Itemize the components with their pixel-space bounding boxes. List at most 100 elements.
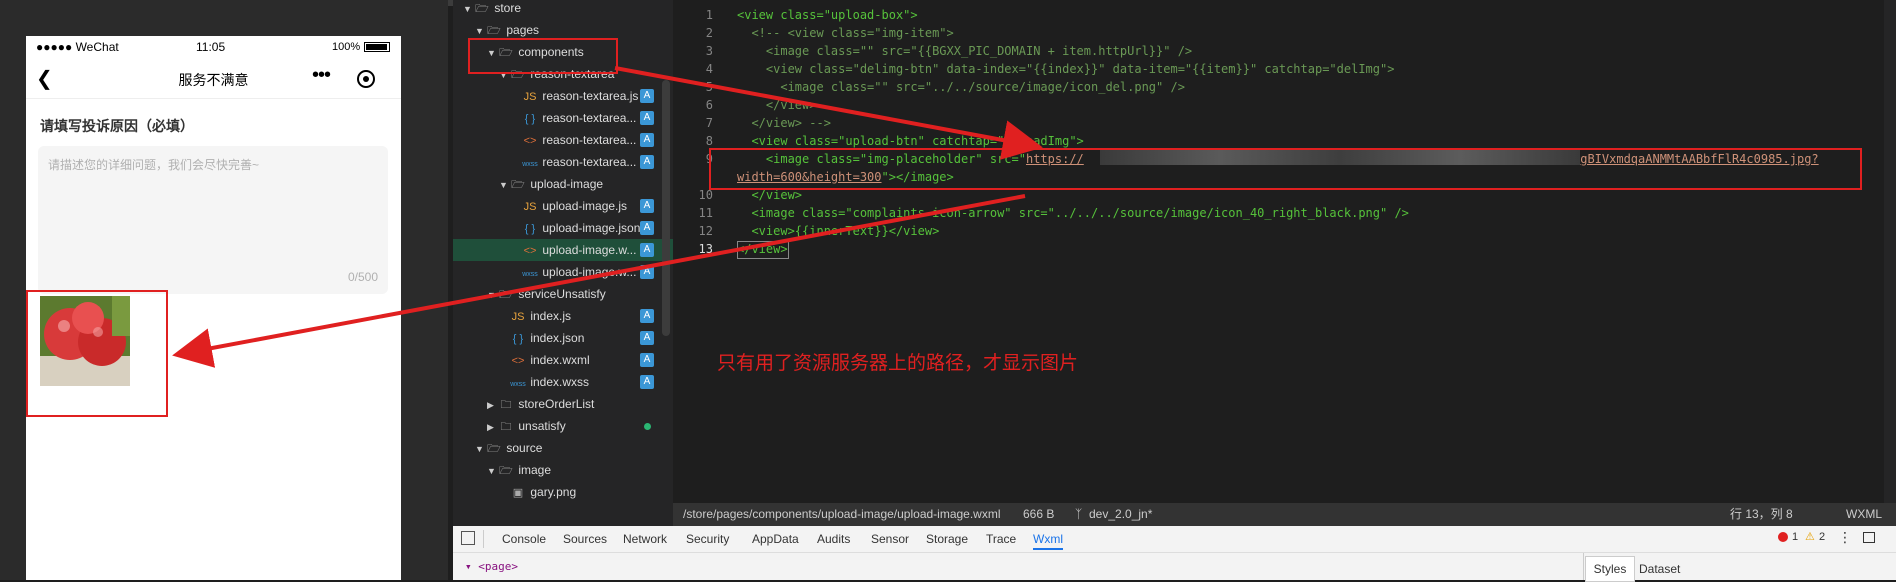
tab-divider — [483, 530, 484, 548]
capsule-close-icon[interactable] — [357, 70, 375, 88]
json-file-icon: { } — [524, 223, 536, 235]
tree-label: image — [518, 463, 552, 477]
json-file-icon: { } — [512, 333, 524, 345]
tree-folder[interactable]: ▼ 🗁 source — [453, 437, 673, 459]
tree-label: unsatisfy — [518, 419, 566, 433]
git-branch[interactable]: dev_2.0_jn* — [1089, 503, 1152, 526]
chevron-down-icon[interactable]: ▼ — [487, 284, 497, 306]
git-added-badge: A — [640, 331, 654, 345]
tree-file[interactable]: wxss upload-image.w... A — [453, 261, 673, 283]
tab-sources[interactable]: Sources — [563, 532, 607, 546]
tab-styles[interactable]: Styles — [1585, 556, 1635, 582]
line-number: 1 — [705, 8, 713, 22]
tree-file[interactable]: <> reason-textarea... A — [453, 129, 673, 151]
tab-trace[interactable]: Trace — [986, 532, 1016, 546]
folder-icon: 🗁 — [499, 465, 513, 477]
tree-folder[interactable]: ▼ 🗁 upload-image — [453, 173, 673, 195]
code-line-1: <view class="upload-box"> — [737, 8, 918, 22]
tree-file[interactable]: JS reason-textarea.js A — [453, 85, 673, 107]
dock-icon[interactable] — [1863, 532, 1875, 543]
chevron-right-icon[interactable]: ▶ — [487, 394, 497, 416]
cursor-line-box — [737, 241, 789, 259]
language-mode[interactable]: WXML — [1846, 503, 1882, 526]
line-number: 13 — [698, 242, 713, 256]
tree-file[interactable]: JS index.js A — [453, 305, 673, 327]
tree-label: upload-image.js — [542, 199, 628, 213]
tree-folder[interactable]: ▼ 🗁 serviceUnsatisfy — [453, 283, 673, 305]
line-number: 4 — [705, 62, 713, 76]
line-number: 2 — [705, 26, 713, 40]
tree-label: reason-textarea... — [542, 111, 637, 125]
tree-file[interactable]: { } reason-textarea... A — [453, 107, 673, 129]
tree-folder[interactable]: ▼ 🗁 image — [453, 459, 673, 481]
file-path: /store/pages/components/upload-image/upl… — [683, 507, 1001, 521]
tree-label: upload-image.json — [542, 221, 641, 235]
tab-console[interactable]: Console — [502, 532, 546, 546]
tree-label: upload-image — [530, 177, 604, 191]
line-number: 5 — [705, 80, 713, 94]
chevron-down-icon[interactable]: ▼ — [499, 174, 509, 196]
tree-file[interactable]: <> upload-image.w... A — [453, 239, 673, 261]
warning-count[interactable]: 2 — [1819, 531, 1825, 543]
git-added-badge: A — [640, 375, 654, 389]
textarea-placeholder: 请描述您的详细问题，我们会尽快完善~ — [48, 158, 260, 172]
tree-label: index.js — [530, 309, 572, 323]
tree-file[interactable]: { } index.json A — [453, 327, 673, 349]
wxml-file-icon: <> — [523, 135, 537, 147]
tree-file[interactable]: wxss reason-textarea... A — [453, 151, 673, 173]
tab-dataset[interactable]: Dataset — [1639, 562, 1680, 576]
tree-file[interactable]: { } upload-image.json A — [453, 217, 673, 239]
tree-folder[interactable]: ▼ 🗁 store — [453, 0, 673, 19]
js-file-icon: JS — [523, 91, 537, 103]
chevron-down-icon[interactable]: ▼ — [487, 460, 497, 482]
git-added-badge: A — [640, 133, 654, 147]
tree-label: index.json — [530, 331, 585, 345]
tree-file[interactable]: <> index.wxml A — [453, 349, 673, 371]
tab-network[interactable]: Network — [623, 532, 667, 546]
tree-file[interactable]: ▣ gary.png — [453, 481, 673, 503]
tab-audits[interactable]: Audits — [817, 532, 850, 546]
more-options-icon[interactable]: ⋮ — [1838, 529, 1852, 546]
folder-icon: 🗀 — [500, 399, 512, 411]
tree-label: gary.png — [530, 485, 577, 499]
tree-folder[interactable]: ▶ 🗀 unsatisfy — [453, 415, 673, 437]
folder-icon: 🗁 — [475, 3, 489, 15]
devtools-tab-bar: Console Sources Network Security AppData… — [453, 526, 1896, 553]
reason-textarea[interactable]: 请描述您的详细问题，我们会尽快完善~ 0/500 — [38, 146, 388, 294]
png-file-icon: ▣ — [512, 487, 524, 499]
tab-storage[interactable]: Storage — [926, 532, 968, 546]
page-title: 服务不满意 — [178, 72, 249, 88]
chevron-down-icon[interactable]: ▼ — [463, 0, 473, 20]
tree-file[interactable]: wxss index.wxss A — [453, 371, 673, 393]
code-line-4: <view class="delimg-btn" data-index="{{i… — [737, 62, 1395, 76]
explorer-scrollbar[interactable] — [662, 80, 670, 336]
tab-sensor[interactable]: Sensor — [871, 532, 909, 546]
git-added-badge: A — [640, 89, 654, 103]
code-line-12: <view>{{innerText}}</view> — [737, 224, 940, 238]
cursor-position[interactable]: 行 13，列 8 — [1730, 503, 1793, 526]
tab-security[interactable]: Security — [686, 532, 729, 546]
git-added-badge: A — [640, 199, 654, 213]
phone-status-bar: ●●●●● WeChat 11:05 100% — [26, 36, 401, 58]
line-number: 9 — [705, 152, 713, 166]
code-line-5: <image class="" src="../../source/image/… — [737, 80, 1185, 94]
tree-file[interactable]: JS upload-image.js A — [453, 195, 673, 217]
components-highlight-box — [468, 38, 618, 74]
inspect-element-icon[interactable] — [461, 531, 475, 545]
devtools-panel: Console Sources Network Security AppData… — [453, 526, 1896, 582]
line-number: 7 — [705, 116, 713, 130]
chevron-down-icon[interactable]: ▼ — [475, 438, 485, 460]
line-number: 6 — [705, 98, 713, 112]
folder-icon: 🗁 — [499, 289, 513, 301]
tab-wxml[interactable]: Wxml — [1033, 532, 1063, 550]
error-count[interactable]: 1 — [1792, 531, 1798, 543]
tree-folder[interactable]: ▶ 🗀 storeOrderList — [453, 393, 673, 415]
more-dots-icon[interactable]: ••• — [312, 64, 331, 87]
wxml-page-node[interactable]: ▾ <page> — [465, 560, 518, 573]
code-line-6: </view> — [737, 98, 817, 112]
chevron-right-icon[interactable]: ▶ — [487, 416, 497, 438]
git-added-badge: A — [640, 111, 654, 125]
tab-appdata[interactable]: AppData — [752, 532, 799, 546]
editor-scrollbar[interactable] — [1884, 0, 1896, 503]
code-line-7: </view> --> — [737, 116, 831, 130]
